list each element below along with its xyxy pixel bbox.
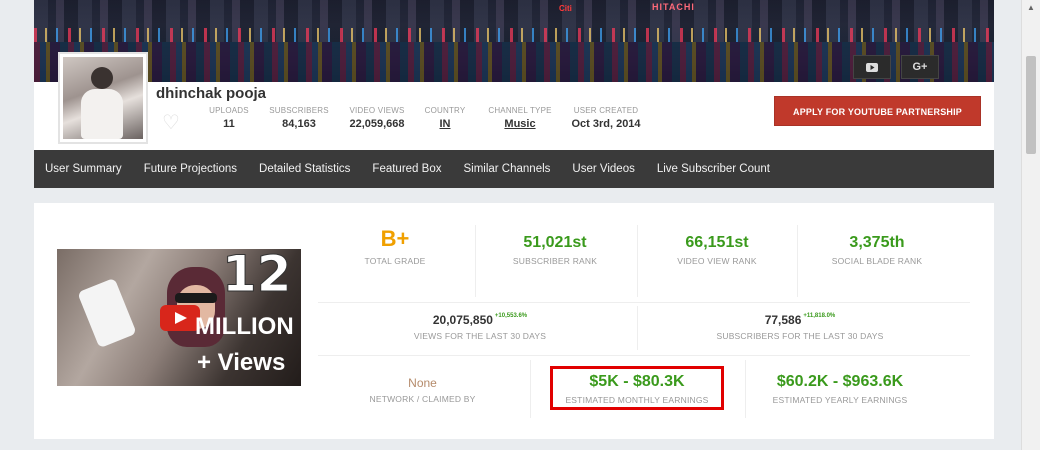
socialblade-rank-value: 3,375th bbox=[849, 234, 905, 251]
stat-subscribers: SUBSCRIBERS 84,163 bbox=[264, 106, 334, 130]
yearly-earnings-value: $60.2K - $963.6K bbox=[776, 373, 904, 390]
stat-value: Oct 3rd, 2014 bbox=[571, 118, 641, 130]
channel-nav: User Summary Future Projections Detailed… bbox=[34, 150, 994, 188]
thumbnail-million: MILLION bbox=[195, 313, 294, 340]
thumbnail-number: 12 bbox=[222, 249, 293, 304]
stat-label: COUNTRY bbox=[424, 106, 466, 115]
highlight-box bbox=[550, 366, 724, 410]
stat-video-views: VIDEO VIEWS 22,059,668 bbox=[343, 106, 411, 130]
views-30-change: +10,553.6% bbox=[494, 313, 528, 319]
video-view-rank-label: VIDEO VIEW RANK bbox=[677, 256, 757, 266]
grade-label: TOTAL GRADE bbox=[364, 256, 426, 266]
tab-similar-channels[interactable]: Similar Channels bbox=[452, 150, 561, 188]
thumbnail-sunglasses bbox=[175, 293, 217, 303]
subs-30-value: 77,586 bbox=[764, 313, 802, 327]
banner-sign-2: Citi bbox=[559, 4, 572, 13]
tab-featured-box[interactable]: Featured Box bbox=[361, 150, 452, 188]
divider bbox=[318, 302, 970, 303]
thumbnail-views: + Views bbox=[197, 349, 286, 376]
divider bbox=[797, 225, 798, 297]
stat-user-created: USER CREATED Oct 3rd, 2014 bbox=[566, 106, 646, 130]
channel-type-link[interactable]: Music bbox=[480, 118, 560, 130]
banner-sign: HITACHI bbox=[652, 2, 695, 12]
stat-label: UPLOADS bbox=[209, 106, 249, 115]
subs-30-change: +11,818.0% bbox=[803, 313, 836, 319]
video-view-rank-value: 66,151st bbox=[685, 234, 749, 251]
channel-avatar bbox=[58, 52, 148, 144]
tab-user-videos[interactable]: User Videos bbox=[561, 150, 645, 188]
play-icon[interactable] bbox=[160, 305, 200, 331]
total-grade: B+ TOTAL GRADE bbox=[340, 226, 450, 266]
page-scrollbar[interactable]: ▲ bbox=[1021, 0, 1040, 450]
estimated-yearly-earnings: $60.2K - $963.6K ESTIMATED YEARLY EARNIN… bbox=[760, 373, 920, 405]
socialblade-rank-label: SOCIAL BLADE RANK bbox=[831, 256, 923, 266]
divider bbox=[637, 225, 638, 297]
heart-icon[interactable]: ♡ bbox=[162, 110, 180, 135]
banner-lights bbox=[34, 28, 994, 42]
views-last-30-days: 20,075,850 +10,553.6% VIEWS FOR THE LAST … bbox=[380, 313, 580, 341]
banner-water-reflection bbox=[34, 42, 994, 82]
socialblade-rank: 3,375th SOCIAL BLADE RANK bbox=[812, 234, 942, 266]
tab-detailed-statistics[interactable]: Detailed Statistics bbox=[248, 150, 361, 188]
stat-country: COUNTRY IN bbox=[418, 106, 472, 130]
network-value: None bbox=[408, 376, 437, 390]
stat-value: 11 bbox=[223, 118, 235, 130]
grade-value: B+ bbox=[380, 226, 410, 251]
subscriber-rank: 51,021st SUBSCRIBER RANK bbox=[490, 234, 620, 266]
youtube-link-button[interactable] bbox=[853, 55, 891, 79]
stat-label: VIDEO VIEWS bbox=[349, 106, 405, 115]
tab-future-projections[interactable]: Future Projections bbox=[133, 150, 248, 188]
video-view-rank: 66,151st VIDEO VIEW RANK bbox=[652, 234, 782, 266]
stat-value: 84,163 bbox=[282, 118, 316, 130]
network-label: NETWORK / CLAIMED BY bbox=[369, 394, 476, 404]
views-30-label: VIEWS FOR THE LAST 30 DAYS bbox=[413, 331, 547, 341]
stat-channel-type: CHANNEL TYPE Music bbox=[480, 106, 560, 130]
stat-value: 22,059,668 bbox=[349, 118, 405, 130]
featured-video-thumbnail[interactable]: 12 MILLION + Views bbox=[57, 249, 301, 386]
scroll-thumb[interactable] bbox=[1026, 56, 1036, 154]
yearly-earnings-label: ESTIMATED YEARLY EARNINGS bbox=[772, 395, 908, 405]
apply-partnership-button[interactable]: APPLY FOR YOUTUBE PARTNERSHIP bbox=[774, 96, 981, 126]
avatar-image bbox=[63, 57, 143, 139]
scroll-up-arrow-icon[interactable]: ▲ bbox=[1022, 0, 1040, 16]
youtube-icon bbox=[866, 62, 878, 72]
thumbnail-phone bbox=[77, 277, 137, 349]
views-30-value: 20,075,850 bbox=[432, 313, 493, 327]
channel-name[interactable]: dhinchak pooja bbox=[156, 85, 266, 102]
stat-uploads: UPLOADS 11 bbox=[203, 106, 255, 130]
subscriber-rank-value: 51,021st bbox=[523, 234, 587, 251]
tab-user-summary[interactable]: User Summary bbox=[34, 150, 133, 188]
subs-30-label: SUBSCRIBERS FOR THE LAST 30 DAYS bbox=[716, 331, 884, 341]
googleplus-link-button[interactable]: G+ bbox=[901, 55, 939, 79]
stat-label: USER CREATED bbox=[573, 106, 639, 115]
divider bbox=[637, 306, 638, 350]
divider bbox=[745, 360, 746, 418]
divider bbox=[530, 360, 531, 418]
stat-label: CHANNEL TYPE bbox=[488, 106, 552, 115]
channel-banner: Citi HITACHI bbox=[34, 0, 994, 82]
network-claimed-by: None NETWORK / CLAIMED BY bbox=[350, 376, 495, 404]
tab-live-subscriber-count[interactable]: Live Subscriber Count bbox=[646, 150, 781, 188]
country-link[interactable]: IN bbox=[418, 118, 472, 130]
divider bbox=[318, 355, 970, 356]
stat-label: SUBSCRIBERS bbox=[269, 106, 329, 115]
divider bbox=[475, 225, 476, 297]
subscriber-rank-label: SUBSCRIBER RANK bbox=[512, 256, 598, 266]
subscribers-last-30-days: 77,586 +11,818.0% SUBSCRIBERS FOR THE LAS… bbox=[700, 313, 900, 341]
